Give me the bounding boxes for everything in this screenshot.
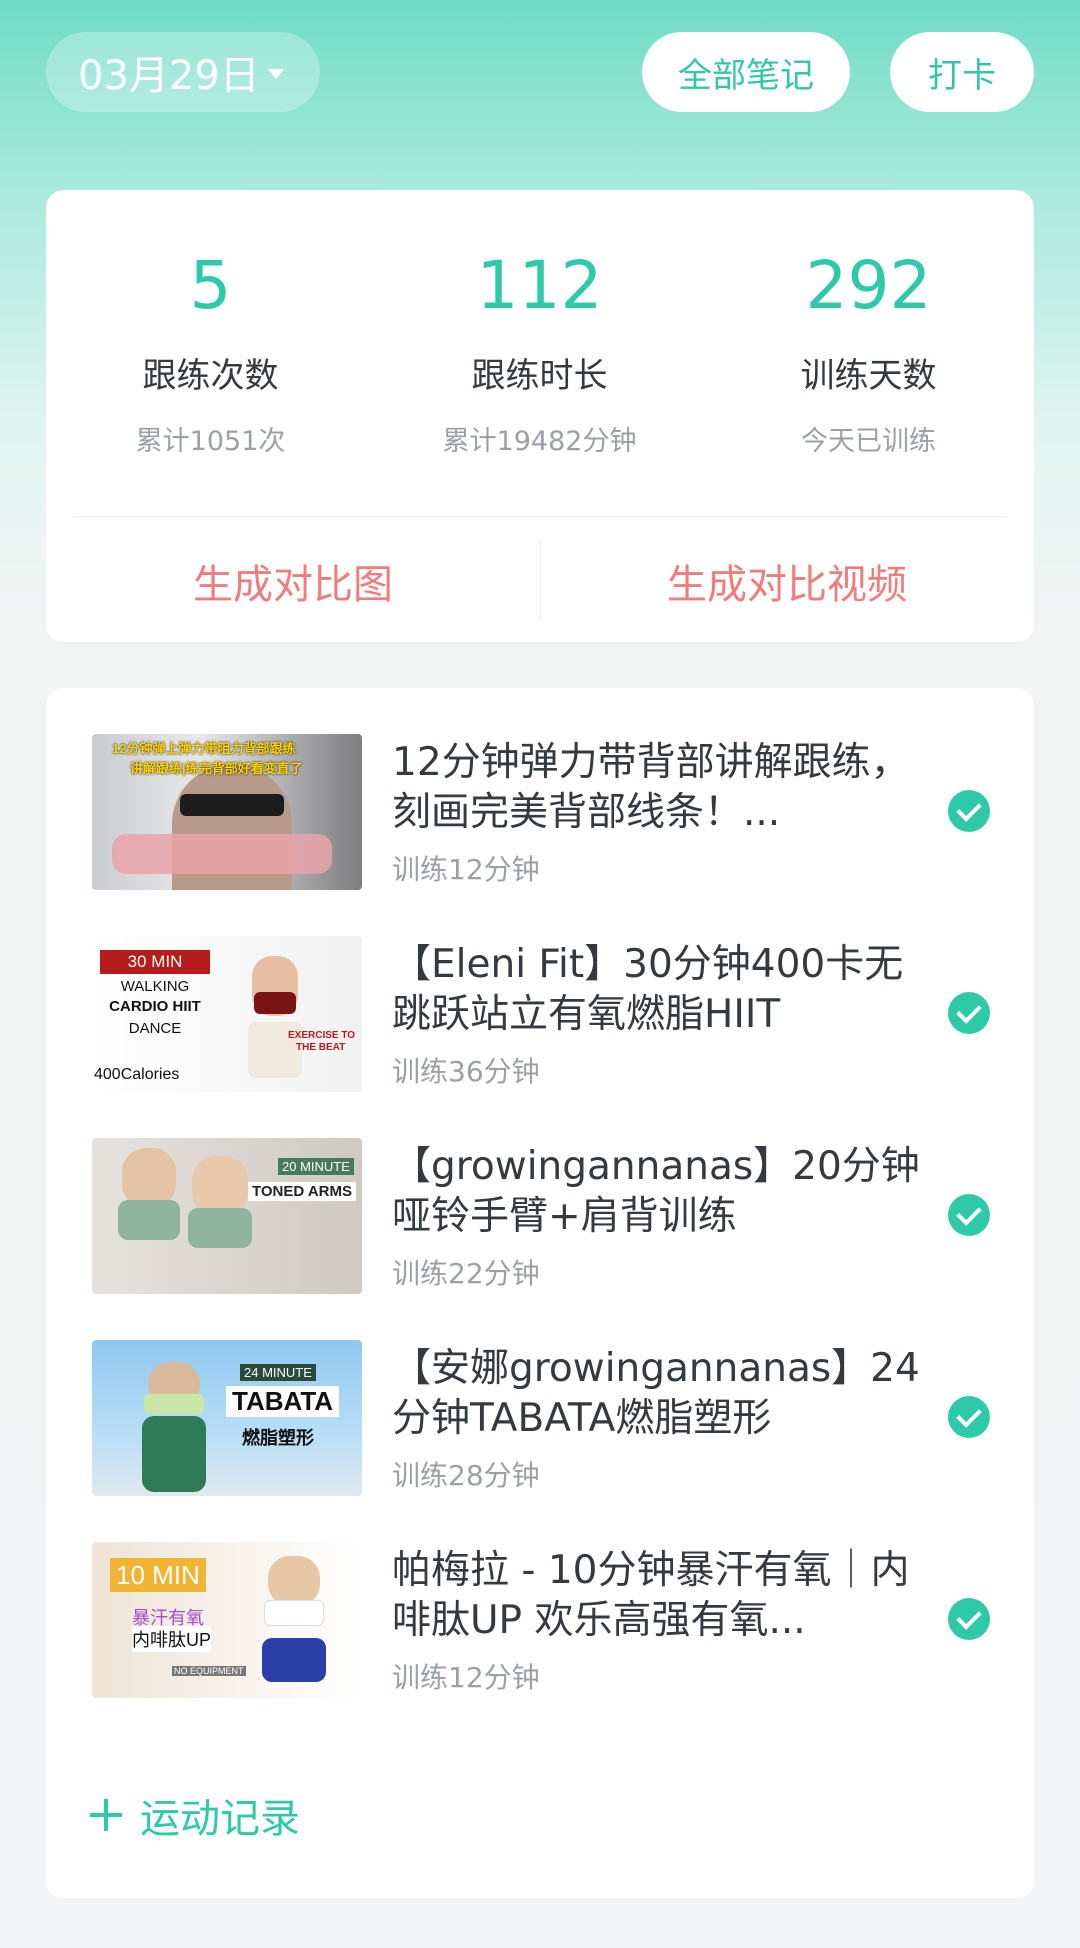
figure-shape [180,794,284,816]
check-circle-icon [948,1194,990,1236]
thumbnail-caption: 燃脂塑形 [242,1428,314,1448]
thumbnail-caption: 12分钟弹上弹力带阻力背部跟练 [112,741,296,756]
figure-shape [118,1200,180,1240]
stat-value: 112 [476,247,603,324]
figure-shape [142,1416,206,1492]
plus-icon [90,1799,122,1831]
add-record-label: 运动记录 [140,1796,300,1842]
date-selector[interactable]: 03月29日 [46,32,320,112]
figure-shape [188,1208,252,1248]
divider [74,516,1006,517]
page: 03月29日 全部笔记 打卡 5 跟练次数 累计1051次 112 跟练时长 累… [0,0,1080,1948]
video-thumbnail: 24 MINUTE TABATA 燃脂塑形 [92,1340,362,1496]
stat-sessions: 5 跟练次数 累计1051次 [46,246,375,458]
stat-value: 292 [805,247,932,324]
thumbnail-caption: 20 MINUTE [278,1158,354,1175]
thumbnail-caption: CARDIO HIIT [109,998,201,1015]
generate-compare-video-button[interactable]: 生成对比视频 [540,520,1034,642]
stat-label: 训练天数 [800,356,937,396]
video-thumbnail: 20 MINUTE TONED ARMS [92,1138,362,1294]
thumbnail-caption: 30 MIN [100,950,210,974]
figure-shape [264,1600,324,1626]
stat-label: 跟练次数 [142,356,279,396]
figure-shape [268,1556,320,1606]
thumbnail-caption: THE BEAT [296,1042,346,1053]
figure-shape [192,1156,248,1216]
stat-subtext: 累计1051次 [135,426,286,457]
workout-title: 12分钟弹力带背部讲解跟练，刻画完美背部线条！... [392,740,910,835]
workout-duration: 训练22分钟 [392,1257,540,1290]
thumbnail-caption: EXERCISE TO [288,1030,356,1041]
stats-card: 5 跟练次数 累计1051次 112 跟练时长 累计19482分钟 292 训练… [46,190,1034,642]
stat-duration: 112 跟练时长 累计19482分钟 [375,246,704,458]
generate-compare-image-button[interactable]: 生成对比图 [46,520,540,642]
workout-title: 【Eleni Fit】30分钟400卡无跳跃站立有氧燃脂HIIT [392,942,904,1037]
stat-days: 292 训练天数 今天已训练 [704,246,1033,458]
workout-title: 帕梅拉 - 10分钟暴汗有氧｜内啡肽UP 欢乐高强有氧... [392,1548,910,1643]
workout-list: 12分钟弹上弹力带阻力背部跟练 讲解跟练|练完背部好看变直了 12分钟弹力带背部… [46,688,1034,1898]
video-thumbnail: 10 MIN 暴汗有氧 内啡肽UP NO EQUIPMENT [92,1542,362,1698]
workout-duration: 训练12分钟 [392,1661,540,1694]
caret-down-icon [267,69,284,79]
list-item[interactable]: 20 MINUTE TONED ARMS 【growingannanas】20分… [92,1138,992,1294]
list-item[interactable]: 10 MIN 暴汗有氧 内啡肽UP NO EQUIPMENT 帕梅拉 - 10分… [92,1542,992,1698]
workout-title: 【growingannanas】20分钟哑铃手臂+肩背训练 [392,1144,920,1239]
thumbnail-caption: DANCE [128,1020,182,1037]
workout-title: 【安娜growingannanas】24分钟TABATA燃脂塑形 [392,1346,920,1441]
thumbnail-caption: TABATA [226,1386,340,1417]
stat-subtext: 累计19482分钟 [442,426,637,457]
thumbnail-caption: NO EQUIPMENT [172,1666,246,1676]
add-workout-record-button[interactable]: 运动记录 [90,1786,300,1844]
stat-label: 跟练时长 [471,356,608,396]
figure-shape [254,992,296,1014]
date-label: 03月29日 [78,53,260,99]
thumbnail-caption: WALKING [120,978,190,995]
list-item[interactable]: 24 MINUTE TABATA 燃脂塑形 【安娜growingannanas】… [92,1340,992,1496]
check-circle-icon [948,1396,990,1438]
check-circle-icon [948,1598,990,1640]
list-item[interactable]: 12分钟弹上弹力带阻力背部跟练 讲解跟练|练完背部好看变直了 12分钟弹力带背部… [92,734,992,890]
workout-duration: 训练36分钟 [392,1055,540,1088]
figure-shape [262,1638,326,1682]
band-shape [112,834,332,874]
thumbnail-caption: 24 MINUTE [240,1364,316,1381]
check-circle-icon [948,992,990,1034]
stat-value: 5 [189,247,232,324]
stat-subtext: 今天已训练 [801,426,936,457]
video-thumbnail: 30 MIN WALKING CARDIO HIIT DANCE EXERCIS… [92,936,362,1092]
video-thumbnail: 12分钟弹上弹力带阻力背部跟练 讲解跟练|练完背部好看变直了 [92,734,362,890]
thumbnail-caption: 内啡肽UP [132,1626,212,1652]
check-in-button[interactable]: 打卡 [890,32,1034,112]
thumbnail-caption: 讲解跟练|练完背部好看变直了 [130,761,303,776]
figure-shape [144,1394,204,1414]
workout-duration: 训练12分钟 [392,853,540,886]
thumbnail-caption: 400Calories [94,1066,180,1083]
check-circle-icon [948,790,990,832]
all-notes-button[interactable]: 全部笔记 [642,32,850,112]
thumbnail-caption: TONED ARMS [248,1182,357,1201]
workout-duration: 训练28分钟 [392,1459,540,1492]
figure-shape [122,1148,176,1208]
list-item[interactable]: 30 MIN WALKING CARDIO HIIT DANCE EXERCIS… [92,936,992,1092]
thumbnail-caption: 10 MIN [110,1558,206,1592]
